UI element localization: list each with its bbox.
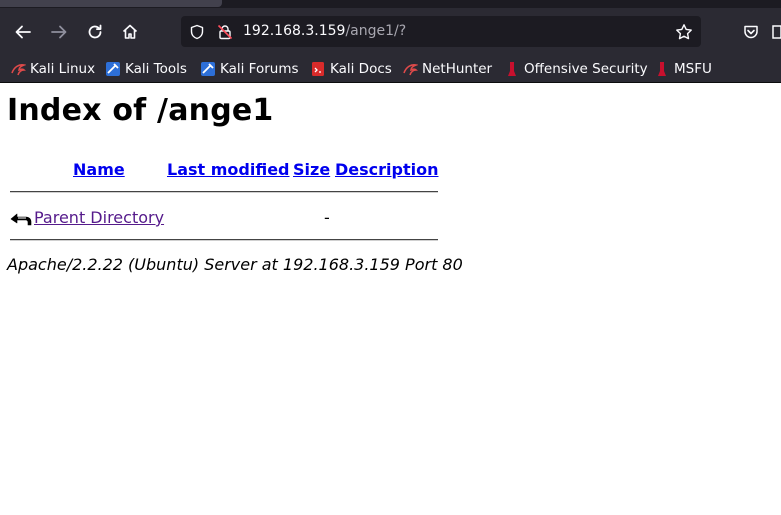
- home-icon: [122, 24, 138, 39]
- reload-icon: [88, 24, 102, 39]
- column-header-last-modified[interactable]: Last modified: [167, 160, 290, 179]
- tab-strip: [0, 0, 781, 8]
- url-path: /ange1/?: [345, 23, 407, 39]
- column-header-description[interactable]: Description: [335, 160, 438, 179]
- kali-tools-icon: [106, 62, 120, 76]
- divider: [10, 239, 438, 241]
- bookmark-offensive-security[interactable]: Offensive Security: [504, 58, 648, 80]
- tracking-protection-shield-icon[interactable]: [187, 22, 207, 42]
- bookmark-kali-forums[interactable]: Kali Forums: [200, 58, 299, 80]
- extensions-button[interactable]: [771, 20, 781, 44]
- page-title: Index of /ange1: [7, 93, 274, 128]
- bookmarks-toolbar: Kali Linux Kali Tools Kali Forums Kali D…: [0, 56, 781, 83]
- active-tab[interactable]: [0, 0, 222, 7]
- msfu-icon: [658, 62, 666, 76]
- reload-button[interactable]: [83, 20, 107, 44]
- bookmark-nethunter[interactable]: NetHunter: [402, 58, 492, 80]
- bookmark-kali-linux[interactable]: Kali Linux: [10, 58, 95, 80]
- kali-docs-icon: [312, 62, 324, 76]
- column-header-size[interactable]: Size: [293, 160, 330, 179]
- insecure-lock-icon[interactable]: [215, 22, 235, 42]
- forward-button[interactable]: [47, 20, 71, 44]
- home-button[interactable]: [118, 20, 142, 44]
- bookmark-label: Kali Forums: [220, 61, 299, 77]
- pocket-button[interactable]: [739, 20, 763, 44]
- bookmark-label: MSFU: [674, 61, 712, 77]
- back-arrow-icon: [10, 213, 32, 226]
- bookmark-star-icon[interactable]: [674, 22, 694, 42]
- bookmark-msfu[interactable]: MSFU: [654, 58, 712, 80]
- back-button[interactable]: [11, 20, 35, 44]
- extensions-icon: [772, 25, 781, 39]
- divider: [10, 191, 438, 193]
- kali-dragon-icon: [11, 64, 26, 76]
- bookmark-label: Kali Linux: [30, 61, 96, 77]
- url-host: 192.168.3.159: [243, 23, 346, 39]
- offsec-icon: [508, 62, 516, 76]
- column-header-name[interactable]: Name: [73, 160, 125, 179]
- bookmark-kali-tools[interactable]: Kali Tools: [105, 58, 187, 80]
- forward-arrow-icon: [51, 25, 67, 39]
- back-arrow-icon: [15, 25, 31, 39]
- bookmark-label: Kali Tools: [125, 61, 187, 77]
- page-content: Index of /ange1 Name Last modified Size …: [0, 83, 781, 515]
- server-signature: Apache/2.2.22 (Ubuntu) Server at 192.168…: [7, 255, 463, 274]
- nethunter-icon: [403, 64, 418, 76]
- bookmark-label: NetHunter: [422, 61, 493, 77]
- kali-forums-icon: [201, 62, 215, 76]
- parent-directory-link[interactable]: Parent Directory: [34, 208, 164, 227]
- bookmark-label: Offensive Security: [524, 61, 648, 77]
- url-text[interactable]: 192.168.3.159/ange1/?: [243, 22, 406, 41]
- pocket-icon: [744, 25, 758, 39]
- browser-toolbar: 192.168.3.159/ange1/?: [0, 8, 781, 56]
- bookmark-kali-docs[interactable]: Kali Docs: [310, 58, 392, 80]
- row-size: -: [324, 208, 330, 227]
- bookmark-label: Kali Docs: [330, 61, 392, 77]
- url-bar[interactable]: 192.168.3.159/ange1/?: [181, 16, 701, 47]
